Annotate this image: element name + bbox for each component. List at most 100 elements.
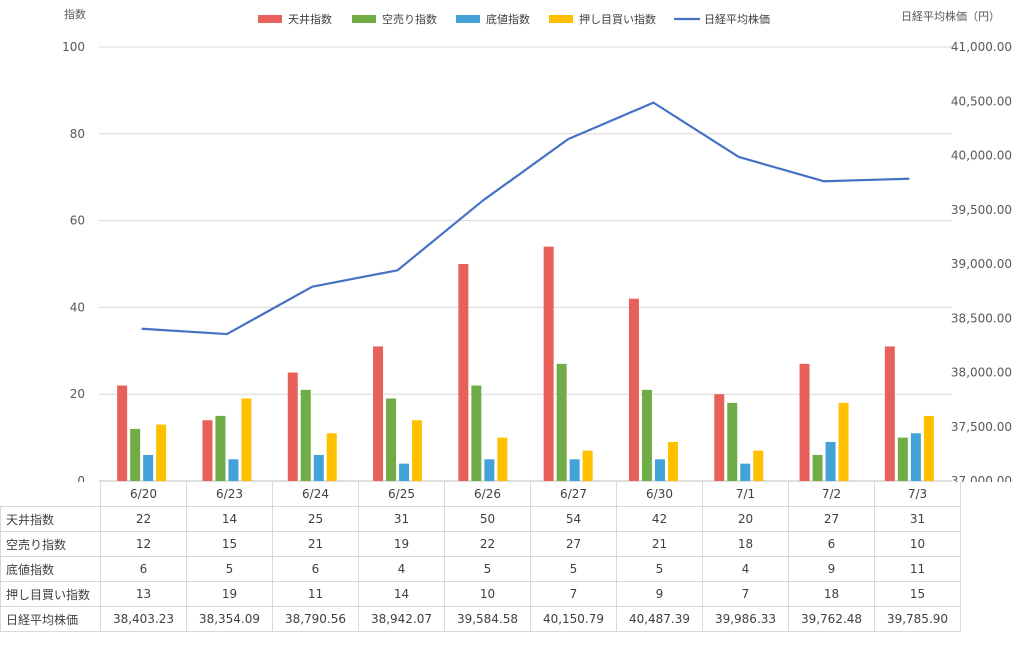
table-cell: 21 bbox=[616, 531, 703, 557]
left-tick-label: 80 bbox=[70, 127, 85, 141]
right-tick-label: 37,500.00 bbox=[951, 420, 1012, 434]
table-cell: 19 bbox=[358, 531, 445, 557]
bar-3 bbox=[825, 441, 836, 481]
row-label: 押し目買い指数 bbox=[0, 581, 101, 607]
bar-4 bbox=[412, 420, 423, 481]
left-tick-label: 100 bbox=[62, 40, 85, 54]
category-label: 7/1 bbox=[702, 482, 789, 507]
bar-3 bbox=[654, 459, 665, 481]
bar-4 bbox=[156, 424, 167, 481]
category-label: 6/30 bbox=[616, 482, 703, 507]
table-cell: 42 bbox=[616, 506, 703, 532]
table-cell: 14 bbox=[358, 581, 445, 607]
bar-2 bbox=[812, 454, 823, 481]
table-cell: 27 bbox=[788, 506, 875, 532]
table-cell: 20 bbox=[702, 506, 789, 532]
table-cell: 19 bbox=[186, 581, 273, 607]
left-axis-ticks: 0 20 40 60 80 100 bbox=[62, 40, 85, 482]
table-cell: 7 bbox=[530, 581, 617, 607]
bar-2 bbox=[471, 385, 482, 481]
legend-key bbox=[258, 15, 282, 23]
right-tick-label: 39,000.00 bbox=[951, 257, 1012, 271]
table-cell: 18 bbox=[702, 531, 789, 557]
left-tick-label: 20 bbox=[70, 387, 85, 401]
table-cell: 5 bbox=[186, 556, 273, 582]
table-cell: 27 bbox=[530, 531, 617, 557]
category-label: 6/27 bbox=[530, 482, 617, 507]
table-cell: 54 bbox=[530, 506, 617, 532]
bar-4 bbox=[582, 450, 593, 481]
legend: 天井指数 空売り指数 底値指数 押し目買い指数 日経平均株価 bbox=[258, 12, 770, 26]
bar-3 bbox=[740, 463, 751, 481]
bar-2 bbox=[215, 415, 226, 481]
legend-label: 底値指数 bbox=[486, 12, 530, 26]
category-label: 6/25 bbox=[358, 482, 445, 507]
bar-4 bbox=[838, 402, 849, 481]
table-cell: 39,986.33 bbox=[702, 606, 789, 632]
bar-4 bbox=[753, 450, 764, 481]
table-row: 押し目買い指数 13 19 11 14 10 7 9 7 18 15 bbox=[0, 581, 961, 607]
table-cell: 4 bbox=[702, 556, 789, 582]
row-label: 天井指数 bbox=[0, 506, 101, 532]
table-cell: 38,942.07 bbox=[358, 606, 445, 632]
legend-key bbox=[352, 15, 376, 23]
bar-1 bbox=[543, 246, 554, 481]
category-label: 7/3 bbox=[874, 482, 961, 507]
table-cell: 12 bbox=[100, 531, 187, 557]
combo-chart: 0 20 40 60 80 100 37,000.00 37,500.00 38,000.00… bbox=[62, 7, 1012, 482]
table-cell: 25 bbox=[272, 506, 359, 532]
right-tick-label: 37,000.00 bbox=[951, 474, 1012, 482]
bar-2 bbox=[556, 363, 567, 481]
left-tick-label: 0 bbox=[77, 474, 85, 482]
bar-1 bbox=[287, 372, 298, 481]
left-tick-label: 60 bbox=[70, 214, 85, 228]
table-cell: 21 bbox=[272, 531, 359, 557]
table-corner bbox=[0, 482, 101, 507]
table-cell: 5 bbox=[444, 556, 531, 582]
gridlines bbox=[99, 46, 952, 482]
category-label: 6/20 bbox=[100, 482, 187, 507]
table-cell: 38,403.23 bbox=[100, 606, 187, 632]
category-label: 6/24 bbox=[272, 482, 359, 507]
table-cell: 11 bbox=[874, 556, 961, 582]
table-cell: 6 bbox=[100, 556, 187, 582]
table-cell: 22 bbox=[100, 506, 187, 532]
table-row: 日経平均株価 38,403.23 38,354.09 38,790.56 38,942.… bbox=[0, 606, 961, 632]
right-tick-label: 38,000.00 bbox=[951, 366, 1012, 380]
table-cell: 4 bbox=[358, 556, 445, 582]
right-tick-label: 38,500.00 bbox=[951, 311, 1012, 325]
legend-key bbox=[456, 15, 480, 23]
bar-4 bbox=[241, 398, 252, 481]
table-row: 天井指数 22 14 25 31 50 54 42 20 27 31 bbox=[0, 506, 961, 532]
bar-3 bbox=[569, 459, 580, 481]
bar-1 bbox=[628, 298, 639, 481]
bar-2 bbox=[897, 437, 908, 481]
bar-1 bbox=[884, 346, 895, 481]
table-cell: 39,762.48 bbox=[788, 606, 875, 632]
table-cell: 31 bbox=[874, 506, 961, 532]
line-series-group bbox=[141, 101, 910, 336]
table-cell: 39,785.90 bbox=[874, 606, 961, 632]
table-cell: 5 bbox=[616, 556, 703, 582]
table-cell: 9 bbox=[616, 581, 703, 607]
table-cell: 11 bbox=[272, 581, 359, 607]
left-axis-title: 指数 bbox=[64, 7, 86, 21]
table-cell: 50 bbox=[444, 506, 531, 532]
bar-1 bbox=[202, 420, 213, 481]
bar-3 bbox=[228, 459, 239, 481]
left-tick-label: 40 bbox=[70, 300, 85, 314]
bar-1 bbox=[117, 385, 128, 481]
bar-series-group bbox=[117, 246, 934, 481]
category-label: 6/26 bbox=[444, 482, 531, 507]
table-cell: 38,790.56 bbox=[272, 606, 359, 632]
table-cell: 5 bbox=[530, 556, 617, 582]
table-cell: 15 bbox=[186, 531, 273, 557]
table-cell: 7 bbox=[702, 581, 789, 607]
bar-1 bbox=[458, 264, 469, 481]
bar-3 bbox=[484, 459, 495, 481]
table-cell: 14 bbox=[186, 506, 273, 532]
legend-label: 押し目買い指数 bbox=[579, 12, 656, 26]
table-cell: 22 bbox=[444, 531, 531, 557]
table-header-row: 6/20 6/23 6/24 6/25 6/26 6/27 6/30 7/1 7/2 7/3 bbox=[0, 482, 961, 507]
bar-2 bbox=[386, 398, 397, 481]
